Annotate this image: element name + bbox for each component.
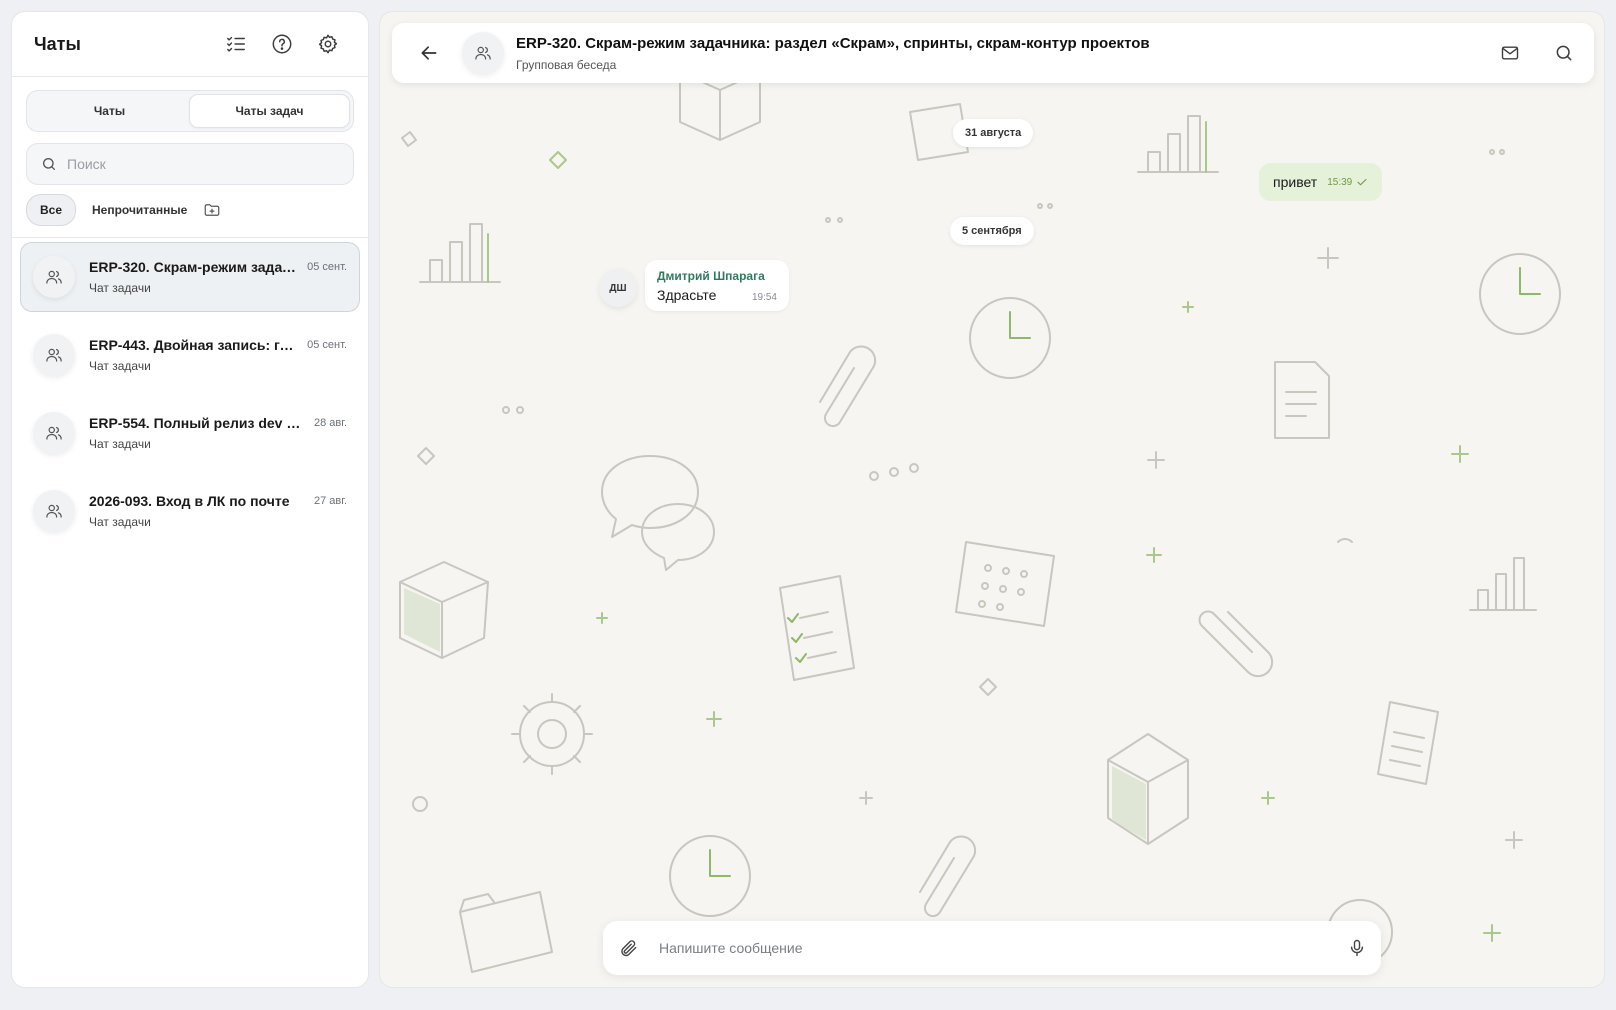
chat-name: ERP-443. Двойная запись: главная книга [89, 337, 299, 353]
chat-type-tabs: Чаты Чаты задач [26, 90, 354, 132]
chat-list-item[interactable]: 2026-093. Вход в ЛК по почте 27 авг. Чат… [20, 476, 360, 546]
message-author[interactable]: Дмитрий Шпарага [657, 269, 777, 283]
message-text: привет [1273, 174, 1318, 190]
search-icon [43, 158, 55, 170]
chat-date: 05 сент. [307, 261, 347, 273]
tab-task-chats[interactable]: Чаты задач [189, 94, 350, 128]
message-text: Здрасьте [657, 287, 717, 303]
mail-icon[interactable] [1498, 41, 1522, 65]
message-time: 15:39 [1327, 176, 1368, 188]
chat-list-item[interactable]: ERP-554. Полный релиз dev → prod 28 авг.… [20, 398, 360, 468]
chat-date: 28 авг. [314, 417, 347, 429]
microphone-icon[interactable] [1347, 938, 1367, 958]
chat-subtitle: Чат задачи [89, 281, 151, 295]
gear-icon[interactable] [316, 32, 340, 56]
chat-sidebar: Чаты Чаты Чаты задач Все Непрочитанные [11, 11, 369, 988]
chat-list-item[interactable]: ERP-320. Скрам-режим задачника: раздел «… [20, 242, 360, 312]
background-doodle-pattern [399, 53, 1561, 973]
chat-name: 2026-093. Вход в ЛК по почте [89, 493, 290, 509]
sidebar-header: Чаты [12, 12, 368, 77]
chat-window: ERP-320. Скрам-режим задачника: раздел «… [379, 11, 1605, 988]
chat-list: ERP-320. Скрам-режим задачника: раздел «… [12, 238, 368, 546]
message-composer [603, 921, 1381, 975]
message-time: 19:54 [751, 292, 777, 303]
outgoing-message[interactable]: привет 15:39 [1259, 163, 1383, 201]
filter-unread[interactable]: Непрочитанные [92, 203, 187, 217]
users-icon [46, 426, 62, 440]
search-box [26, 143, 354, 185]
filter-all[interactable]: Все [26, 194, 77, 226]
paperclip-icon[interactable] [619, 938, 639, 958]
check-icon [1357, 178, 1367, 186]
search-input[interactable] [67, 156, 339, 172]
user-avatar[interactable]: ДШ [599, 269, 637, 307]
users-icon [46, 348, 62, 362]
help-icon[interactable] [270, 32, 294, 56]
chat-name: ERP-320. Скрам-режим задачника: раздел «… [89, 259, 299, 275]
sidebar-title: Чаты [34, 33, 81, 54]
users-icon [46, 504, 62, 518]
message-bubble[interactable]: Дмитрий Шпарага Здрасьте 19:54 [645, 260, 789, 311]
group-avatar [33, 334, 75, 376]
chat-subtitle: Групповая беседа [516, 57, 617, 72]
chat-date: 05 сент. [307, 339, 347, 351]
message-input[interactable] [659, 940, 1347, 956]
folder-add-icon[interactable] [203, 201, 221, 219]
date-separator: 5 сентября [950, 217, 1034, 245]
checklist-icon[interactable] [224, 32, 248, 56]
chat-date: 27 авг. [314, 495, 347, 507]
incoming-message: ДШ Дмитрий Шпарага Здрасьте 19:54 [599, 260, 789, 311]
search-icon[interactable] [1552, 41, 1576, 65]
chat-filters: Все Непрочитанные [26, 194, 354, 226]
chat-subtitle: Чат задачи [89, 437, 151, 451]
date-separator: 31 августа [953, 119, 1034, 147]
chat-list-item[interactable]: ERP-443. Двойная запись: главная книга 0… [20, 320, 360, 390]
group-avatar [33, 256, 75, 298]
chat-name: ERP-554. Полный релиз dev → prod [89, 415, 306, 431]
chat-subtitle: Чат задачи [89, 515, 151, 529]
back-arrow-icon[interactable] [416, 40, 442, 66]
group-avatar [33, 490, 75, 532]
chat-header: ERP-320. Скрам-режим задачника: раздел «… [392, 23, 1594, 83]
group-avatar [33, 412, 75, 454]
users-icon [475, 46, 491, 60]
users-icon [46, 270, 62, 284]
chat-title: ERP-320. Скрам-режим задачника: раздел «… [516, 34, 1150, 52]
group-avatar[interactable] [462, 32, 504, 74]
chat-subtitle: Чат задачи [89, 359, 151, 373]
tab-chats[interactable]: Чаты [30, 94, 189, 128]
